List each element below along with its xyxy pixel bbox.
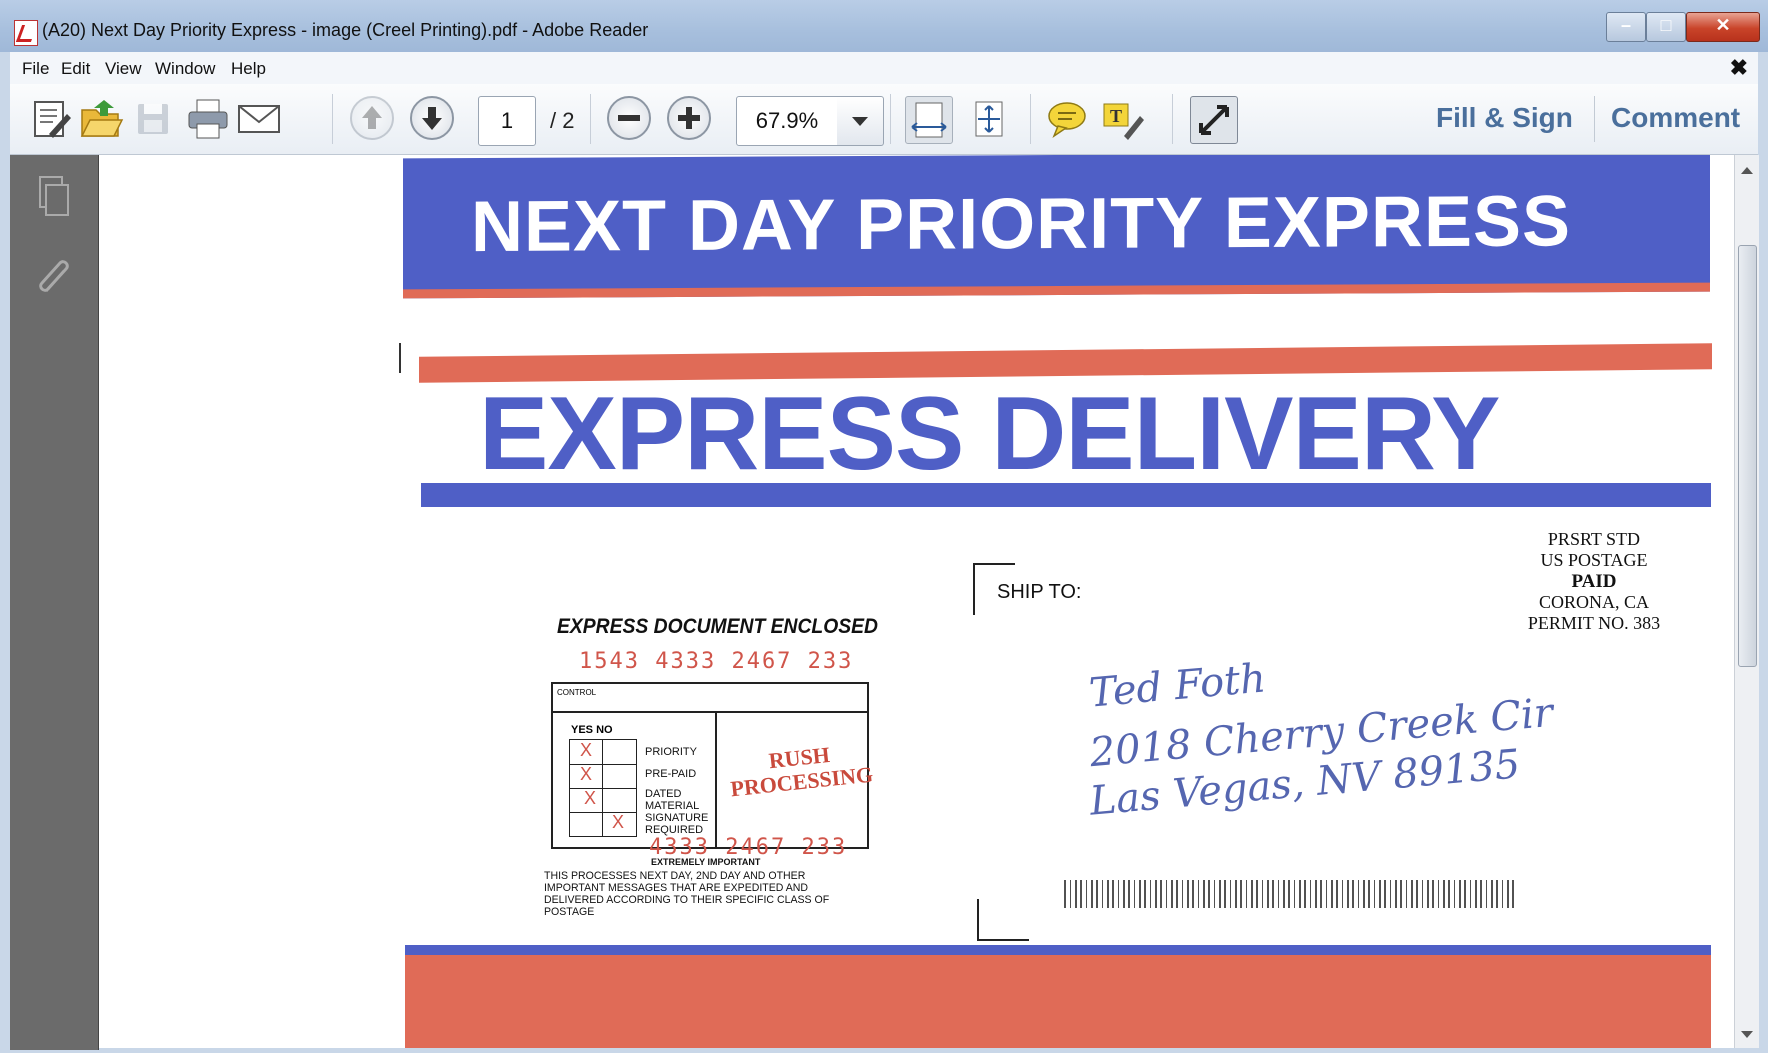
toolbar-separator [1594,96,1595,142]
address-bracket [977,899,1029,941]
window-title: (A20) Next Day Priority Express - image … [42,20,649,40]
toolbar-separator [890,94,891,144]
postage-line: US POSTAGE [1540,550,1648,570]
reader-window: (A20) Next Day Priority Express - image … [0,0,1768,1053]
option-prepaid: PRE-PAID [645,768,697,780]
checkbox-grid: X X X X [569,739,637,837]
postage-indicia: PRSRT STD US POSTAGE PAID CORONA, CA PER… [1509,529,1679,634]
postage-line: PRSRT STD [1547,529,1641,549]
scroll-thumb[interactable] [1738,245,1757,667]
create-pdf-icon[interactable] [27,96,73,142]
full-screen-icon[interactable] [1190,96,1238,144]
postal-barcode [1064,880,1514,908]
attachments-icon[interactable] [34,255,74,299]
minimize-button[interactable]: – [1606,12,1646,42]
previous-page-icon[interactable] [350,96,394,140]
toolbar-separator [1172,94,1173,144]
check-x: X [580,764,593,784]
pdf-page: NEXT DAY PRIORITY EXPRESS EXPRESS DELIVE… [399,155,1734,1048]
open-icon[interactable] [78,96,124,142]
blue-stripe [421,483,1711,507]
ship-to-label: SHIP TO: [997,581,1082,603]
check-x: X [584,788,597,808]
sticky-note-icon[interactable] [1044,96,1090,142]
svg-text:T: T [1110,106,1122,126]
box-divider [715,713,717,847]
postage-line: CORONA, CA [1538,592,1649,612]
check-x: X [612,812,625,832]
fill-sign-button[interactable]: Fill & Sign [1436,102,1573,134]
toolbar: 1 / 2 67.9% T Fill & Sign Comment [10,84,1758,155]
menu-file[interactable]: File [22,59,49,79]
handwritten-name: Ted Foth [1087,655,1268,717]
save-icon[interactable] [130,96,176,142]
menu-window[interactable]: Window [155,59,215,79]
adobe-reader-icon [14,20,38,46]
print-icon[interactable] [185,96,231,142]
email-icon[interactable] [236,96,282,142]
page-number-input[interactable]: 1 [478,96,536,146]
next-page-icon[interactable] [410,96,454,140]
check-x: X [580,740,593,760]
close-window-button[interactable]: ✕ [1686,12,1760,42]
highlight-text-icon[interactable]: T [1100,96,1146,142]
rush-processing-stamp: RUSH PROCESSING [727,739,874,801]
document-enclosed-label: EXPRESS DOCUMENT ENCLOSED [557,615,878,638]
menu-edit[interactable]: Edit [61,59,90,79]
option-signature: SIGNATURE REQUIRED [645,812,709,836]
zoom-out-icon[interactable] [607,96,651,140]
banner-top-text: NEXT DAY PRIORITY EXPRESS [471,181,1572,268]
comment-button[interactable]: Comment [1611,102,1740,134]
document-view[interactable]: NEXT DAY PRIORITY EXPRESS EXPRESS DELIVE… [99,155,1734,1048]
page-total: / 2 [550,108,575,133]
postage-paid: PAID [1571,571,1617,592]
zoom-input[interactable]: 67.9% [736,96,838,146]
important-label: EXTREMELY IMPORTANT [651,857,761,867]
postage-line: PERMIT NO. 383 [1527,613,1661,633]
bottom-blue-stripe [405,945,1711,955]
zoom-dropdown-icon[interactable] [837,96,884,146]
scroll-up-icon[interactable] [1741,167,1753,174]
menu-bar: File Edit View Window Help ✖ [10,52,1758,85]
express-delivery-heading: EXPRESS DELIVERY [479,376,1500,492]
yes-no-header: YES NO [571,724,613,736]
scan-mark [399,343,401,373]
banner-stripe [403,282,1710,299]
vertical-scrollbar[interactable] [1734,155,1759,1048]
title-bar: (A20) Next Day Priority Express - image … [0,0,1768,52]
control-number-top: 1543 4333 2467 233 [579,649,854,674]
bottom-banner [405,945,1711,1048]
option-priority: PRIORITY [645,746,697,758]
close-document-icon[interactable]: ✖ [1730,55,1748,81]
toolbar-separator [590,94,591,144]
scroll-down-icon[interactable] [1741,1031,1753,1038]
zoom-in-icon[interactable] [667,96,711,140]
menu-help[interactable]: Help [231,59,266,79]
control-label: CONTROL [553,684,867,713]
fine-print: THIS PROCESSES NEXT DAY, 2ND DAY AND OTH… [544,870,830,918]
control-box: CONTROL YES NO X X X X PRIORITY PRE-PAID… [551,682,874,849]
menu-view[interactable]: View [105,59,142,79]
option-dated: DATED MATERIAL [645,788,700,812]
fit-width-icon[interactable] [905,96,953,144]
pages-icon[interactable] [34,175,74,219]
toolbar-separator [332,94,333,144]
maximize-button[interactable]: □ [1646,12,1686,42]
top-banner: NEXT DAY PRIORITY EXPRESS [403,155,1710,299]
toolbar-separator [1030,94,1031,144]
navigation-pane [10,155,99,1050]
fit-page-icon[interactable] [966,96,1012,142]
